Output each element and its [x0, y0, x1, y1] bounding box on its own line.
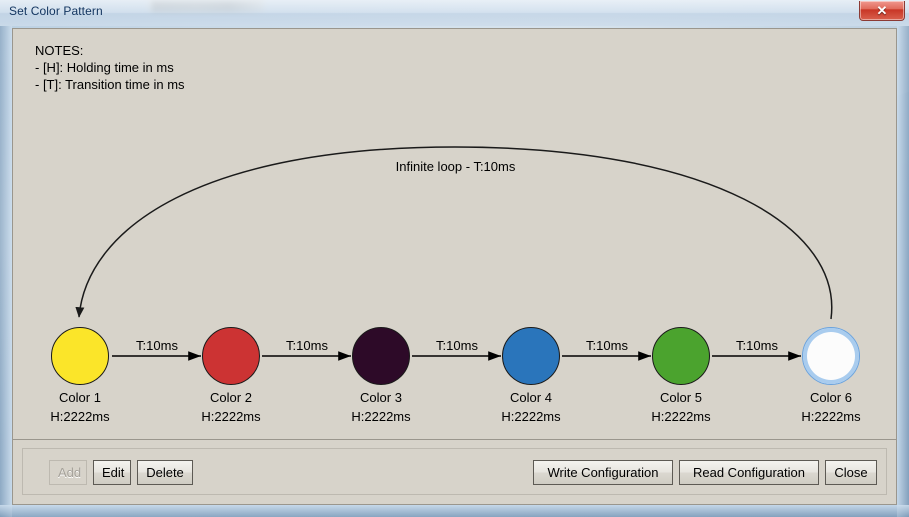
color-node-label-3: Color 3 — [360, 390, 402, 405]
infinite-loop-label: Infinite loop - T:10ms — [395, 159, 516, 174]
transition-label-4: T:10ms — [586, 338, 628, 353]
edit-button[interactable]: Edit — [93, 460, 131, 485]
color-node-label-2: Color 2 — [210, 390, 252, 405]
delete-button[interactable]: Delete — [137, 460, 193, 485]
color-node-hold-3: H:2222ms — [351, 409, 411, 424]
color-node-hold-5: H:2222ms — [651, 409, 711, 424]
color-node-label-1: Color 1 — [59, 390, 101, 405]
color-swatch-4[interactable] — [502, 327, 560, 385]
window-border-right — [897, 26, 909, 517]
add-button[interactable]: Add — [49, 460, 87, 485]
write-configuration-button[interactable]: Write Configuration — [533, 460, 673, 485]
color-node-label-6: Color 6 — [810, 390, 852, 405]
title-bar[interactable]: Set Color Pattern ✕ — [0, 0, 909, 26]
color-node-label-4: Color 4 — [510, 390, 552, 405]
window-title: Set Color Pattern — [9, 4, 103, 18]
button-bar-separator — [13, 439, 896, 440]
close-window-button[interactable]: ✕ — [859, 1, 905, 21]
window-border-left — [0, 26, 12, 517]
button-bar: Add Edit Delete Write Configuration Read… — [22, 448, 887, 495]
diagram-connectors — [75, 146, 833, 361]
set-color-pattern-window: Set Color Pattern ✕ NOTES: - [H]: Holdin… — [0, 0, 909, 517]
color-swatch-2[interactable] — [202, 327, 260, 385]
transition-label-5: T:10ms — [736, 338, 778, 353]
window-border-bottom — [0, 505, 909, 517]
color-node-hold-6: H:2222ms — [801, 409, 861, 424]
color-swatch-5[interactable] — [652, 327, 710, 385]
color-swatch-1[interactable] — [51, 327, 109, 385]
transition-label-3: T:10ms — [436, 338, 478, 353]
dialog-client-area: NOTES: - [H]: Holding time in ms - [T]: … — [12, 28, 897, 505]
color-node-hold-2: H:2222ms — [201, 409, 261, 424]
color-node-hold-4: H:2222ms — [501, 409, 561, 424]
close-icon: ✕ — [876, 3, 888, 18]
color-swatch-3[interactable] — [352, 327, 410, 385]
read-configuration-button[interactable]: Read Configuration — [679, 460, 819, 485]
transition-label-1: T:10ms — [136, 338, 178, 353]
color-node-hold-1: H:2222ms — [50, 409, 110, 424]
screen: Set Color Pattern ✕ NOTES: - [H]: Holdin… — [0, 0, 909, 517]
color-pattern-diagram: Infinite loop - T:10ms T:10ms T:10ms T:1… — [13, 29, 898, 439]
color-node-label-5: Color 5 — [660, 390, 702, 405]
color-swatch-6[interactable] — [802, 327, 860, 385]
transition-label-2: T:10ms — [286, 338, 328, 353]
close-button[interactable]: Close — [825, 460, 877, 485]
